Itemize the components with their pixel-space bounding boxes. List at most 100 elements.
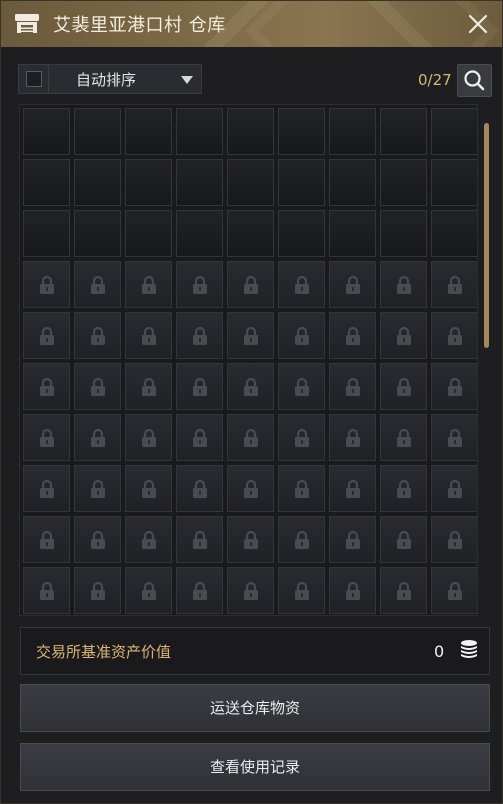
locked-slot bbox=[329, 312, 376, 359]
locked-slot bbox=[431, 567, 477, 614]
auto-sort-checkbox[interactable] bbox=[26, 71, 42, 87]
lock-icon bbox=[40, 377, 54, 396]
locked-slot bbox=[431, 363, 477, 410]
empty-slot[interactable] bbox=[431, 210, 477, 257]
locked-slot bbox=[176, 414, 223, 461]
empty-slot[interactable] bbox=[125, 159, 172, 206]
divider bbox=[48, 65, 49, 93]
lock-icon bbox=[142, 581, 156, 600]
empty-slot[interactable] bbox=[278, 210, 325, 257]
empty-slot[interactable] bbox=[380, 108, 427, 155]
asset-value-label: 交易所基准资产价值 bbox=[36, 643, 172, 661]
empty-slot[interactable] bbox=[329, 210, 376, 257]
locked-slot bbox=[329, 465, 376, 512]
auto-sort-label: 自动排序 bbox=[76, 71, 137, 89]
slot-count: 0/27 bbox=[418, 71, 452, 89]
locked-slot bbox=[227, 465, 274, 512]
warehouse-icon bbox=[15, 14, 39, 33]
empty-slot[interactable] bbox=[329, 159, 376, 206]
locked-slot bbox=[431, 414, 477, 461]
empty-slot[interactable] bbox=[278, 108, 325, 155]
locked-slot bbox=[74, 363, 121, 410]
empty-slot[interactable] bbox=[278, 159, 325, 206]
locked-slot bbox=[431, 261, 477, 308]
empty-slot[interactable] bbox=[227, 108, 274, 155]
scrollbar-thumb[interactable] bbox=[484, 123, 489, 348]
locked-slot bbox=[329, 567, 376, 614]
locked-slot bbox=[431, 465, 477, 512]
view-history-button[interactable]: 查看使用记录 bbox=[20, 743, 490, 791]
lock-icon bbox=[142, 479, 156, 498]
lock-icon bbox=[142, 428, 156, 447]
locked-slot bbox=[74, 465, 121, 512]
locked-slot bbox=[431, 516, 477, 563]
locked-slot bbox=[125, 312, 172, 359]
empty-slot[interactable] bbox=[74, 210, 121, 257]
asset-value-panel: 交易所基准资产价值 0 bbox=[20, 627, 490, 675]
locked-slot bbox=[380, 312, 427, 359]
empty-slot[interactable] bbox=[74, 108, 121, 155]
locked-slot bbox=[329, 363, 376, 410]
lock-icon bbox=[142, 275, 156, 294]
lock-icon bbox=[295, 275, 309, 294]
lock-icon bbox=[244, 530, 258, 549]
empty-slot[interactable] bbox=[227, 159, 274, 206]
empty-slot[interactable] bbox=[125, 210, 172, 257]
locked-slot bbox=[380, 363, 427, 410]
locked-slot bbox=[176, 516, 223, 563]
locked-slot bbox=[23, 363, 70, 410]
empty-slot[interactable] bbox=[176, 159, 223, 206]
lock-icon bbox=[346, 377, 360, 396]
lock-icon bbox=[40, 428, 54, 447]
locked-slot bbox=[278, 567, 325, 614]
lock-icon bbox=[91, 428, 105, 447]
empty-slot[interactable] bbox=[431, 159, 477, 206]
lock-icon bbox=[346, 275, 360, 294]
lock-icon bbox=[193, 275, 207, 294]
locked-slot bbox=[23, 261, 70, 308]
locked-slot bbox=[125, 465, 172, 512]
empty-slot[interactable] bbox=[23, 210, 70, 257]
locked-slot bbox=[278, 261, 325, 308]
empty-slot[interactable] bbox=[431, 108, 477, 155]
lock-icon bbox=[193, 326, 207, 345]
transport-storage-button[interactable]: 运送仓库物资 bbox=[20, 684, 490, 732]
search-button[interactable] bbox=[457, 64, 492, 97]
empty-slot[interactable] bbox=[74, 159, 121, 206]
lock-icon bbox=[193, 428, 207, 447]
empty-slot[interactable] bbox=[329, 108, 376, 155]
lock-icon bbox=[244, 326, 258, 345]
lock-icon bbox=[295, 377, 309, 396]
locked-slot bbox=[380, 261, 427, 308]
empty-slot[interactable] bbox=[176, 210, 223, 257]
empty-slot[interactable] bbox=[380, 159, 427, 206]
locked-slot bbox=[125, 261, 172, 308]
chevron-down-icon[interactable] bbox=[181, 76, 193, 84]
lock-icon bbox=[448, 428, 462, 447]
locked-slot bbox=[23, 516, 70, 563]
auto-sort-dropdown[interactable]: 自动排序 bbox=[18, 64, 202, 94]
locked-slot bbox=[74, 516, 121, 563]
empty-slot[interactable] bbox=[176, 108, 223, 155]
empty-slot[interactable] bbox=[23, 108, 70, 155]
lock-icon bbox=[142, 530, 156, 549]
lock-icon bbox=[448, 377, 462, 396]
locked-slot bbox=[125, 516, 172, 563]
close-icon[interactable] bbox=[466, 12, 490, 36]
lock-icon bbox=[295, 326, 309, 345]
warehouse-window: 艾裴里亚港口村 仓库 自动排序 0/27 交易所基准资产价值 0 运送仓库物资 … bbox=[0, 0, 503, 804]
lock-icon bbox=[193, 479, 207, 498]
lock-icon bbox=[40, 326, 54, 345]
locked-slot bbox=[125, 414, 172, 461]
locked-slot bbox=[23, 567, 70, 614]
locked-slot bbox=[278, 465, 325, 512]
empty-slot[interactable] bbox=[380, 210, 427, 257]
lock-icon bbox=[142, 326, 156, 345]
lock-icon bbox=[91, 326, 105, 345]
locked-slot bbox=[176, 261, 223, 308]
empty-slot[interactable] bbox=[23, 159, 70, 206]
lock-icon bbox=[346, 581, 360, 600]
empty-slot[interactable] bbox=[227, 210, 274, 257]
lock-icon bbox=[448, 479, 462, 498]
empty-slot[interactable] bbox=[125, 108, 172, 155]
